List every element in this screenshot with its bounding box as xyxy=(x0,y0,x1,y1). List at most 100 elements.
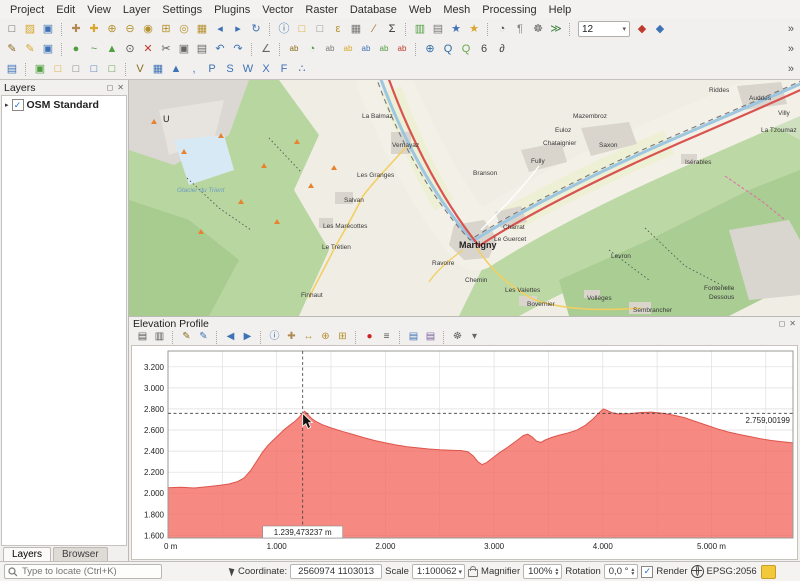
new-spatialite-icon[interactable]: □ xyxy=(67,61,85,78)
quickmap-settings-icon[interactable]: Q xyxy=(457,41,475,58)
export-image-icon[interactable]: ▤ xyxy=(422,330,439,345)
plugin-button-2-icon[interactable]: ◆ xyxy=(651,21,669,38)
layout-manager-icon[interactable]: ▤ xyxy=(429,21,447,38)
capture-curve-icon[interactable]: ✎ xyxy=(178,330,195,345)
layer-labeling-icon[interactable]: ab xyxy=(285,41,303,58)
menu-plugins[interactable]: Plugins xyxy=(208,3,256,17)
pan-to-selection-icon[interactable]: ✚ xyxy=(85,21,103,38)
new-geopackage-icon[interactable]: ▣ xyxy=(31,61,49,78)
zoom-next-icon[interactable]: ▸ xyxy=(229,21,247,38)
toolbar-overflow[interactable]: » xyxy=(786,43,796,55)
menu-web[interactable]: Web xyxy=(403,3,437,17)
add-raster-layer-icon[interactable]: ▦ xyxy=(149,61,167,78)
select-by-expression-icon[interactable]: ε xyxy=(329,21,347,38)
change-label-icon[interactable]: ab xyxy=(393,41,411,58)
zoom-x-axis-icon[interactable]: ↔ xyxy=(300,330,317,345)
close-panel-icon[interactable]: ✕ xyxy=(789,319,796,328)
delete-selected-icon[interactable]: ✕ xyxy=(139,41,157,58)
menu-edit[interactable]: Edit xyxy=(50,3,81,17)
menu-database[interactable]: Database xyxy=(344,3,403,17)
datasource-manager-icon[interactable]: ▤ xyxy=(3,61,21,78)
menu-view[interactable]: View xyxy=(81,3,117,17)
crs-globe-icon[interactable] xyxy=(691,565,704,578)
export-pdf-icon[interactable]: ▤ xyxy=(405,330,422,345)
zoom-full-extent-icon[interactable]: ⊞ xyxy=(334,330,351,345)
locate-input[interactable] xyxy=(20,565,158,578)
messages-button[interactable] xyxy=(761,565,776,579)
menu-layer[interactable]: Layer xyxy=(117,3,157,17)
menu-vector[interactable]: Vector xyxy=(256,3,299,17)
zoom-out-icon[interactable]: ⊖ xyxy=(121,21,139,38)
save-layer-edits-icon[interactable]: ▣ xyxy=(39,41,57,58)
add-wfs-layer-icon[interactable]: F xyxy=(275,61,293,78)
magnifier-spinner[interactable]: 100% ▲▼ xyxy=(523,564,562,579)
add-spatialite-layer-icon[interactable]: S xyxy=(221,61,239,78)
metasearch-icon[interactable]: ⊕ xyxy=(421,41,439,58)
options-icon[interactable]: ☸ xyxy=(449,330,466,345)
menu-settings[interactable]: Settings xyxy=(156,3,208,17)
zoom-full-icon[interactable]: ⊞ xyxy=(157,21,175,38)
render-checkbox[interactable]: ✓ xyxy=(641,566,653,578)
menu-raster[interactable]: Raster xyxy=(299,3,343,17)
menu-project[interactable]: Project xyxy=(4,3,50,17)
advanced-digitizing-icon[interactable]: ∠ xyxy=(257,41,275,58)
zoom-in-icon[interactable]: ⊕ xyxy=(103,21,121,38)
project-new-icon[interactable]: □ xyxy=(3,21,21,38)
add-point-feature-icon[interactable]: ● xyxy=(67,41,85,58)
show-layer-tree-icon[interactable]: ▥ xyxy=(151,330,168,345)
plugin-6-icon[interactable]: 6 xyxy=(475,41,493,58)
font-size-combo[interactable]: 12▾ xyxy=(578,21,630,37)
toggle-editing-icon[interactable]: ✎ xyxy=(21,41,39,58)
show-bookmarks-icon[interactable]: ★ xyxy=(447,21,465,38)
add-vector-layer-icon[interactable]: V xyxy=(131,61,149,78)
map-canvas[interactable]: U La BalmazVernayazLes GrangesSalvanLes … xyxy=(129,80,800,316)
layer-item-osm-standard[interactable]: ▸ ✓ OSM Standard xyxy=(2,96,126,113)
move-label-icon[interactable]: ab xyxy=(357,41,375,58)
crs-label[interactable]: EPSG:2056 xyxy=(707,566,757,577)
python-console-icon[interactable]: ≫ xyxy=(547,21,565,38)
add-xyz-layer-icon[interactable]: X xyxy=(257,61,275,78)
project-open-icon[interactable]: ▨ xyxy=(21,21,39,38)
quickmap-services-icon[interactable]: Q xyxy=(439,41,457,58)
zoom-to-layer-icon[interactable]: ▦ xyxy=(193,21,211,38)
project-save-icon[interactable]: ▣ xyxy=(39,21,57,38)
plugin-button-1-icon[interactable]: ◆ xyxy=(633,21,651,38)
select-features-icon[interactable]: □ xyxy=(293,21,311,38)
new-print-layout-icon[interactable]: ▥ xyxy=(411,21,429,38)
identify-features-icon[interactable]: ⓘ xyxy=(275,21,293,38)
processing-toolbox-icon[interactable]: ☸ xyxy=(529,21,547,38)
locate-search[interactable] xyxy=(4,564,162,579)
zoom-last-icon[interactable]: ◂ xyxy=(211,21,229,38)
layer-checkbox[interactable]: ✓ xyxy=(12,99,24,111)
temporal-controller-icon[interactable]: ◔ xyxy=(493,21,511,38)
options-dropdown-icon[interactable]: ▾ xyxy=(466,330,483,345)
spinner-arrows-icon[interactable]: ▲▼ xyxy=(630,568,635,576)
toolbar-overflow[interactable]: » xyxy=(786,23,796,35)
open-attribute-table-icon[interactable]: ▦ xyxy=(347,21,365,38)
zoom-to-selection-icon[interactable]: ◎ xyxy=(175,21,193,38)
expander-icon[interactable]: ▸ xyxy=(5,101,9,109)
dock-tab-layers[interactable]: Layers xyxy=(3,547,51,562)
capture-curve-from-feature-icon[interactable]: ✎ xyxy=(195,330,212,345)
copy-features-icon[interactable]: ▣ xyxy=(175,41,193,58)
menu-mesh[interactable]: Mesh xyxy=(437,3,476,17)
measure-line-icon[interactable]: ∕ xyxy=(365,21,383,38)
pin-labels-icon[interactable]: ab xyxy=(321,41,339,58)
pan-map-icon[interactable]: ✚ xyxy=(67,21,85,38)
vertex-tool-icon[interactable]: ⊙ xyxy=(121,41,139,58)
add-pointcloud-layer-icon[interactable]: ∴ xyxy=(293,61,311,78)
new-scratch-layer-icon[interactable]: □ xyxy=(85,61,103,78)
add-delimited-text-icon[interactable]: , xyxy=(185,61,203,78)
add-layers-icon[interactable]: ▤ xyxy=(134,330,151,345)
current-edits-icon[interactable]: ✎ xyxy=(3,41,21,58)
add-postgis-layer-icon[interactable]: P xyxy=(203,61,221,78)
elevation-plot[interactable]: 1.6001.8002.0002.2002.4002.6002.8003.000… xyxy=(132,346,797,554)
plugin-partial-icon[interactable]: ∂ xyxy=(493,41,511,58)
dock-tab-browser[interactable]: Browser xyxy=(53,547,108,562)
layer-diagram-icon[interactable]: ◔ xyxy=(303,41,321,58)
layer-name[interactable]: OSM Standard xyxy=(27,99,99,111)
menu-help[interactable]: Help xyxy=(543,3,578,17)
deselect-features-icon[interactable]: □ xyxy=(311,21,329,38)
rotation-spinner[interactable]: 0,0 ° ▲▼ xyxy=(604,564,639,579)
coordinate-value[interactable]: 2560974 1103013 xyxy=(290,564,382,579)
